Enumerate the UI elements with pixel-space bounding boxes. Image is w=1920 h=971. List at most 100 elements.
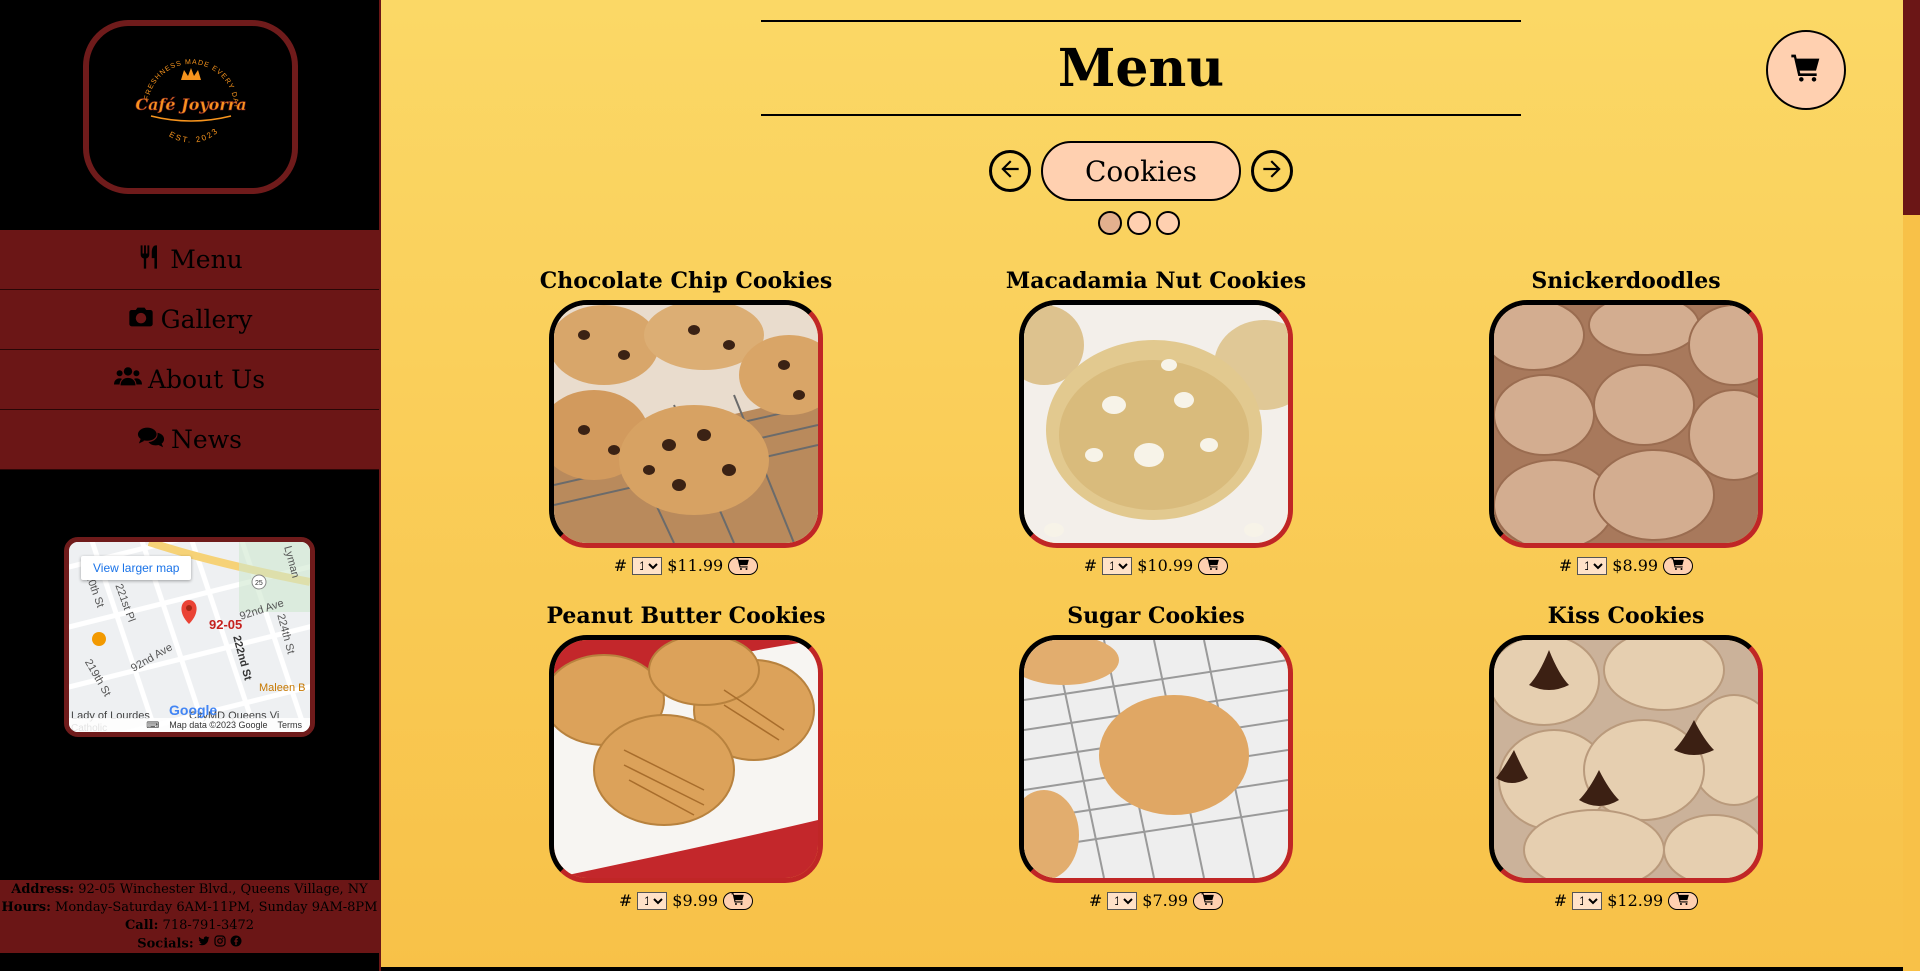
chocolate-chip-cookies-image: [549, 300, 823, 548]
socials-line: Socials:: [0, 935, 379, 954]
quantity-select[interactable]: 1: [1577, 556, 1608, 575]
add-to-cart-button[interactable]: [1198, 556, 1229, 575]
arrow-left-icon: [997, 156, 1023, 186]
carousel-dot-2[interactable]: [1127, 211, 1151, 235]
nav-item-label: About Us: [147, 365, 266, 394]
map-poi-label: Maleen B: [259, 682, 306, 694]
product-purchase-row: # 1 $9.99: [618, 891, 754, 910]
logo-name: Café Joyorra: [135, 95, 246, 114]
add-to-cart-button[interactable]: [728, 556, 759, 575]
embedded-map[interactable]: 25 220th St 221st Pl 92nd Ave 92nd Ave 2…: [64, 537, 315, 737]
address-value: 92-05 Winchester Blvd., Queens Village, …: [78, 882, 368, 897]
product-price: $11.99: [667, 556, 724, 575]
quantity-select[interactable]: 1: [632, 556, 663, 575]
qty-prefix: #: [1558, 556, 1573, 575]
twitter-icon[interactable]: [198, 935, 210, 953]
cart-button[interactable]: [1766, 30, 1846, 110]
camera-icon: [127, 303, 155, 337]
quantity-select[interactable]: 1: [1572, 891, 1603, 910]
call-value[interactable]: 718-791-3472: [163, 918, 255, 933]
contact-footer: Address: 92-05 Winchester Blvd., Queens …: [0, 880, 379, 953]
product-price: $10.99: [1137, 556, 1194, 575]
instagram-icon[interactable]: [214, 935, 226, 953]
logo-est: EST. 2023: [167, 126, 218, 145]
product-name: Peanut Butter Cookies: [546, 603, 826, 629]
main-nav: Menu Gallery About Us News: [0, 230, 379, 470]
socials-label: Socials:: [137, 936, 194, 952]
google-logo: Google: [169, 702, 218, 718]
add-to-cart-button[interactable]: [723, 891, 754, 910]
arrow-right-icon: [1259, 156, 1285, 186]
product-price: $12.99: [1607, 891, 1664, 910]
nav-item-menu[interactable]: Menu: [0, 230, 379, 290]
product-price: $8.99: [1612, 556, 1659, 575]
shopping-cart-icon: [736, 556, 750, 575]
category-label: Cookies: [1041, 141, 1241, 201]
snickerdoodles-image: [1489, 300, 1763, 548]
shopping-cart-icon: [1676, 891, 1690, 910]
map-data-text: Map data ©2023 Google: [169, 720, 268, 730]
nav-item-label: News: [171, 425, 242, 454]
shopping-cart-icon: [1671, 556, 1685, 575]
comments-icon: [137, 423, 165, 457]
hours-line: Hours: Monday-Saturday 6AM-11PM, Sunday …: [0, 899, 379, 917]
cafe-logo: FRESHNESS MADE EVERY DAY Café Joyorra ES…: [126, 42, 256, 172]
carousel-dot-1[interactable]: [1098, 211, 1122, 235]
product-purchase-row: # 1 $10.99: [1083, 556, 1229, 575]
nav-item-news[interactable]: News: [0, 410, 379, 470]
hours-label: Hours:: [1, 900, 51, 915]
sugar-cookies-image: [1019, 635, 1293, 883]
add-to-cart-button[interactable]: [1668, 891, 1699, 910]
scrollbar[interactable]: [1903, 0, 1920, 971]
product-purchase-row: # 1 $11.99: [614, 556, 759, 575]
logo-frame[interactable]: FRESHNESS MADE EVERY DAY Café Joyorra ES…: [83, 20, 298, 194]
keyboard-icon[interactable]: ⌨: [146, 720, 159, 731]
product-name: Snickerdoodles: [1531, 268, 1721, 294]
page-title: Menu: [1057, 37, 1225, 99]
scrollbar-thumb[interactable]: [1903, 0, 1920, 215]
product-purchase-row: # 1 $7.99: [1088, 891, 1224, 910]
add-to-cart-button[interactable]: [1663, 556, 1694, 575]
call-label: Call:: [124, 918, 159, 933]
quantity-select[interactable]: 1: [637, 891, 668, 910]
kiss-cookies-image: [1489, 635, 1763, 883]
nav-item-about-us[interactable]: About Us: [0, 350, 379, 410]
bottom-border: [381, 967, 1903, 971]
qty-prefix: #: [1083, 556, 1098, 575]
product-purchase-row: # 1 $8.99: [1558, 556, 1694, 575]
product-card: Chocolate Chip Cookies # 1 $11.99: [451, 268, 921, 575]
nav-item-label: Menu: [170, 245, 243, 274]
nav-item-gallery[interactable]: Gallery: [0, 290, 379, 350]
shopping-cart-icon: [1790, 52, 1822, 88]
product-card: Snickerdoodles # 1 $8.99: [1391, 268, 1861, 575]
prev-category-button[interactable]: [989, 150, 1031, 192]
product-card: Kiss Cookies # 1 $12.99: [1391, 603, 1861, 910]
address-line: Address: 92-05 Winchester Blvd., Queens …: [0, 881, 379, 899]
qty-prefix: #: [1553, 891, 1568, 910]
product-price: $9.99: [672, 891, 719, 910]
facebook-icon[interactable]: [230, 935, 242, 953]
product-name: Macadamia Nut Cookies: [1005, 268, 1307, 294]
route-number: 25: [255, 580, 263, 587]
svg-text:EST. 2023: EST. 2023: [167, 126, 220, 145]
shopping-cart-icon: [731, 891, 745, 910]
view-larger-map-link[interactable]: View larger map: [81, 556, 192, 580]
qty-prefix: #: [618, 891, 633, 910]
sidebar: FRESHNESS MADE EVERY DAY Café Joyorra ES…: [0, 0, 381, 971]
users-icon: [113, 363, 142, 397]
shopping-cart-icon: [1206, 556, 1220, 575]
page-title-frame: Menu: [761, 20, 1521, 116]
quantity-select[interactable]: 1: [1102, 556, 1133, 575]
qty-prefix: #: [1088, 891, 1103, 910]
product-name: Kiss Cookies: [1547, 603, 1705, 629]
carousel-dot-3[interactable]: [1156, 211, 1180, 235]
add-to-cart-button[interactable]: [1193, 891, 1224, 910]
address-label: Address:: [11, 882, 75, 897]
product-card: Peanut Butter Cookies # 1 $9.99: [451, 603, 921, 910]
product-purchase-row: # 1 $12.99: [1553, 891, 1699, 910]
next-category-button[interactable]: [1251, 150, 1293, 192]
quantity-select[interactable]: 1: [1107, 891, 1138, 910]
product-grid: Chocolate Chip Cookies # 1 $11.99 Macada…: [451, 268, 1861, 910]
map-terms-link[interactable]: Terms: [278, 720, 303, 730]
product-card: Macadamia Nut Cookies # 1 $10.99: [921, 268, 1391, 575]
